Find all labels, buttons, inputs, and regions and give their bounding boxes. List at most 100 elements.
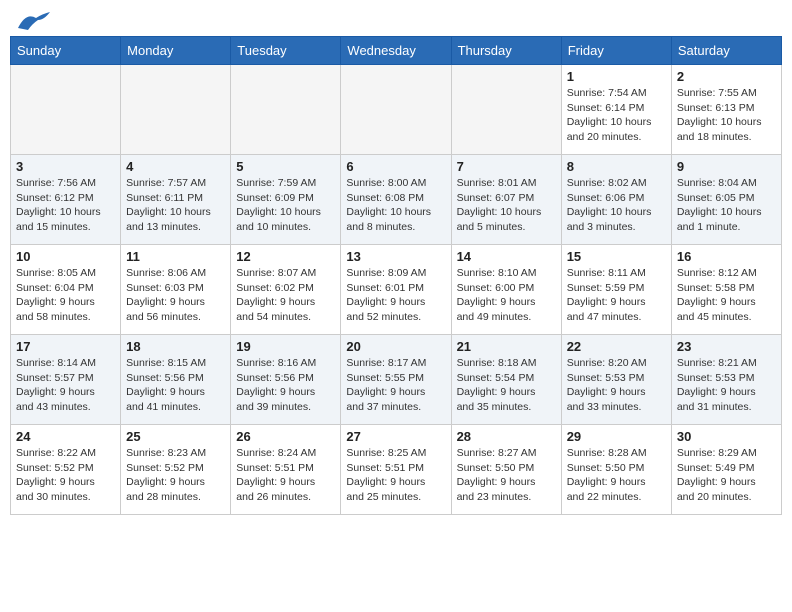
calendar-cell: 6 Sunrise: 8:00 AMSunset: 6:08 PMDaylight…: [341, 155, 451, 245]
calendar-cell: 21 Sunrise: 8:18 AMSunset: 5:54 PMDayligh…: [451, 335, 561, 425]
day-number: 16: [677, 249, 776, 264]
day-number: 28: [457, 429, 556, 444]
calendar-week-row: 17 Sunrise: 8:14 AMSunset: 5:57 PMDayligh…: [11, 335, 782, 425]
day-number: 29: [567, 429, 666, 444]
day-info: Sunrise: 8:09 AMSunset: 6:01 PMDaylight:…: [346, 266, 445, 325]
day-info: Sunrise: 8:14 AMSunset: 5:57 PMDaylight:…: [16, 356, 115, 415]
day-number: 10: [16, 249, 115, 264]
day-info: Sunrise: 8:06 AMSunset: 6:03 PMDaylight:…: [126, 266, 225, 325]
day-info: Sunrise: 8:22 AMSunset: 5:52 PMDaylight:…: [16, 446, 115, 505]
day-of-week-header: Monday: [121, 37, 231, 65]
day-number: 27: [346, 429, 445, 444]
day-number: 13: [346, 249, 445, 264]
calendar-cell: 28 Sunrise: 8:27 AMSunset: 5:50 PMDayligh…: [451, 425, 561, 515]
calendar-cell: 10 Sunrise: 8:05 AMSunset: 6:04 PMDayligh…: [11, 245, 121, 335]
day-number: 3: [16, 159, 115, 174]
day-info: Sunrise: 8:20 AMSunset: 5:53 PMDaylight:…: [567, 356, 666, 415]
calendar-cell: 11 Sunrise: 8:06 AMSunset: 6:03 PMDayligh…: [121, 245, 231, 335]
day-info: Sunrise: 8:28 AMSunset: 5:50 PMDaylight:…: [567, 446, 666, 505]
calendar-cell: 4Sunrise: 7:57 AMSunset: 6:11 PMDaylight…: [121, 155, 231, 245]
page-header: [10, 10, 782, 28]
day-number: 20: [346, 339, 445, 354]
day-info: Sunrise: 8:18 AMSunset: 5:54 PMDaylight:…: [457, 356, 556, 415]
logo: [14, 10, 52, 28]
day-info: Sunrise: 8:25 AMSunset: 5:51 PMDaylight:…: [346, 446, 445, 505]
calendar-cell: [231, 65, 341, 155]
day-number: 6: [346, 159, 445, 174]
day-info: Sunrise: 8:16 AMSunset: 5:56 PMDaylight:…: [236, 356, 335, 415]
day-info: Sunrise: 8:21 AMSunset: 5:53 PMDaylight:…: [677, 356, 776, 415]
calendar-week-row: 3 Sunrise: 7:56 AMSunset: 6:12 PMDaylight…: [11, 155, 782, 245]
day-number: 2: [677, 69, 776, 84]
day-number: 30: [677, 429, 776, 444]
calendar-cell: 26 Sunrise: 8:24 AMSunset: 5:51 PMDayligh…: [231, 425, 341, 515]
day-number: 17: [16, 339, 115, 354]
calendar-week-row: 10 Sunrise: 8:05 AMSunset: 6:04 PMDayligh…: [11, 245, 782, 335]
day-of-week-header: Wednesday: [341, 37, 451, 65]
day-of-week-header: Friday: [561, 37, 671, 65]
calendar-cell: 23 Sunrise: 8:21 AMSunset: 5:53 PMDayligh…: [671, 335, 781, 425]
calendar-cell: 1Sunrise: 7:54 AMSunset: 6:14 PMDaylight…: [561, 65, 671, 155]
day-of-week-header: Saturday: [671, 37, 781, 65]
calendar-cell: 19 Sunrise: 8:16 AMSunset: 5:56 PMDayligh…: [231, 335, 341, 425]
day-number: 5: [236, 159, 335, 174]
day-info: Sunrise: 7:56 AMSunset: 6:12 PMDaylight:…: [16, 176, 115, 235]
calendar-cell: 20 Sunrise: 8:17 AMSunset: 5:55 PMDayligh…: [341, 335, 451, 425]
day-info: Sunrise: 8:01 AMSunset: 6:07 PMDaylight:…: [457, 176, 556, 235]
calendar-cell: 15Sunrise: 8:11 AMSunset: 5:59 PMDayligh…: [561, 245, 671, 335]
calendar-cell: 27 Sunrise: 8:25 AMSunset: 5:51 PMDayligh…: [341, 425, 451, 515]
calendar-cell: [451, 65, 561, 155]
day-info: Sunrise: 7:55 AMSunset: 6:13 PMDaylight:…: [677, 86, 776, 145]
day-info: Sunrise: 8:23 AMSunset: 5:52 PMDaylight:…: [126, 446, 225, 505]
calendar-cell: 22 Sunrise: 8:20 AMSunset: 5:53 PMDayligh…: [561, 335, 671, 425]
calendar-cell: 13 Sunrise: 8:09 AMSunset: 6:01 PMDayligh…: [341, 245, 451, 335]
day-info: Sunrise: 8:27 AMSunset: 5:50 PMDaylight:…: [457, 446, 556, 505]
calendar-cell: 25Sunrise: 8:23 AMSunset: 5:52 PMDayligh…: [121, 425, 231, 515]
day-number: 21: [457, 339, 556, 354]
day-number: 11: [126, 249, 225, 264]
calendar-cell: 8 Sunrise: 8:02 AMSunset: 6:06 PMDaylight…: [561, 155, 671, 245]
day-info: Sunrise: 8:02 AMSunset: 6:06 PMDaylight:…: [567, 176, 666, 235]
logo-bird-icon: [16, 10, 52, 32]
calendar-cell: 9 Sunrise: 8:04 AMSunset: 6:05 PMDaylight…: [671, 155, 781, 245]
day-info: Sunrise: 7:59 AMSunset: 6:09 PMDaylight:…: [236, 176, 335, 235]
calendar-cell: [11, 65, 121, 155]
day-number: 19: [236, 339, 335, 354]
day-number: 14: [457, 249, 556, 264]
calendar-cell: [341, 65, 451, 155]
day-number: 12: [236, 249, 335, 264]
calendar-week-row: 24 Sunrise: 8:22 AMSunset: 5:52 PMDayligh…: [11, 425, 782, 515]
day-info: Sunrise: 7:54 AMSunset: 6:14 PMDaylight:…: [567, 86, 666, 145]
day-number: 26: [236, 429, 335, 444]
day-number: 8: [567, 159, 666, 174]
calendar-cell: 14 Sunrise: 8:10 AMSunset: 6:00 PMDayligh…: [451, 245, 561, 335]
day-info: Sunrise: 8:10 AMSunset: 6:00 PMDaylight:…: [457, 266, 556, 325]
day-number: 22: [567, 339, 666, 354]
day-number: 9: [677, 159, 776, 174]
day-info: Sunrise: 8:12 AMSunset: 5:58 PMDaylight:…: [677, 266, 776, 325]
day-info: Sunrise: 8:15 AMSunset: 5:56 PMDaylight:…: [126, 356, 225, 415]
calendar-cell: 7 Sunrise: 8:01 AMSunset: 6:07 PMDaylight…: [451, 155, 561, 245]
day-number: 7: [457, 159, 556, 174]
day-number: 24: [16, 429, 115, 444]
day-info: Sunrise: 8:00 AMSunset: 6:08 PMDaylight:…: [346, 176, 445, 235]
calendar-cell: 3 Sunrise: 7:56 AMSunset: 6:12 PMDaylight…: [11, 155, 121, 245]
calendar-cell: 29 Sunrise: 8:28 AMSunset: 5:50 PMDayligh…: [561, 425, 671, 515]
calendar-cell: 24 Sunrise: 8:22 AMSunset: 5:52 PMDayligh…: [11, 425, 121, 515]
calendar-cell: 18 Sunrise: 8:15 AMSunset: 5:56 PMDayligh…: [121, 335, 231, 425]
day-number: 18: [126, 339, 225, 354]
day-info: Sunrise: 8:24 AMSunset: 5:51 PMDaylight:…: [236, 446, 335, 505]
calendar-cell: 30 Sunrise: 8:29 AMSunset: 5:49 PMDayligh…: [671, 425, 781, 515]
day-info: Sunrise: 8:05 AMSunset: 6:04 PMDaylight:…: [16, 266, 115, 325]
day-number: 15: [567, 249, 666, 264]
calendar-header-row: SundayMondayTuesdayWednesdayThursdayFrid…: [11, 37, 782, 65]
day-info: Sunrise: 8:29 AMSunset: 5:49 PMDaylight:…: [677, 446, 776, 505]
day-info: Sunrise: 8:04 AMSunset: 6:05 PMDaylight:…: [677, 176, 776, 235]
day-info: Sunrise: 8:17 AMSunset: 5:55 PMDaylight:…: [346, 356, 445, 415]
calendar-cell: 16 Sunrise: 8:12 AMSunset: 5:58 PMDayligh…: [671, 245, 781, 335]
calendar-week-row: 1Sunrise: 7:54 AMSunset: 6:14 PMDaylight…: [11, 65, 782, 155]
day-of-week-header: Tuesday: [231, 37, 341, 65]
day-info: Sunrise: 7:57 AMSunset: 6:11 PMDaylight:…: [126, 176, 225, 235]
day-of-week-header: Sunday: [11, 37, 121, 65]
day-number: 23: [677, 339, 776, 354]
